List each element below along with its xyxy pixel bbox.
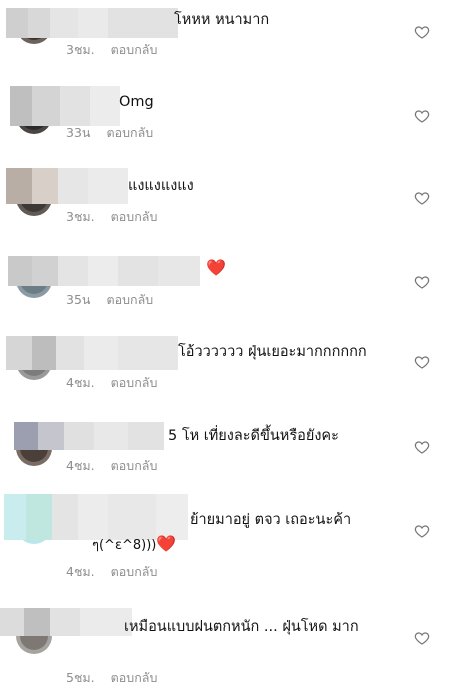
comment-text: แงแงแงแง bbox=[128, 178, 194, 194]
comment-text: เหมือนแบบฝนตกหนัก ... ฝุ่นโหด มาก bbox=[124, 619, 359, 635]
comment-time: 4ชม. bbox=[66, 564, 95, 579]
reply-button[interactable]: ตอบกลับ bbox=[111, 375, 158, 390]
comment-time: 3ชม. bbox=[66, 42, 95, 57]
heart-outline-icon[interactable] bbox=[414, 108, 430, 124]
heart-outline-icon[interactable] bbox=[414, 630, 430, 646]
comment-text: ❤️ bbox=[206, 256, 226, 281]
comment-text: โอ้วววววว ฝุ่นเยอะมากกกกกก bbox=[178, 344, 367, 360]
reply-button[interactable]: ตอบกลับ bbox=[111, 42, 158, 57]
heart-outline-icon[interactable] bbox=[414, 354, 430, 370]
comment-meta: 4ชม. ตอบกลับ bbox=[66, 373, 157, 393]
heart-outline-icon[interactable] bbox=[414, 190, 430, 206]
reply-button[interactable]: ตอบกลับ bbox=[111, 458, 158, 473]
blurred-username bbox=[6, 336, 178, 370]
comment-meta: 3ชม. ตอบกลับ bbox=[66, 207, 157, 227]
comment-text: 5 โห เที่ยงละดีขึ้นหรือยังคะ bbox=[168, 428, 339, 444]
comment-time: 35น bbox=[66, 292, 91, 307]
comments-list: โหหห หนามาก 3ชม. ตอบกลับ Omg 33น ตอบกลับ แ… bbox=[0, 0, 457, 696]
comment-meta: 4ชม. ตอบกลับ bbox=[66, 456, 157, 476]
comment-time: 33น bbox=[66, 125, 91, 140]
comment-text: Omg bbox=[119, 94, 154, 110]
comment-meta: 33น ตอบกลับ bbox=[66, 123, 153, 143]
comment-time: 3ชม. bbox=[66, 209, 95, 224]
blurred-username bbox=[10, 86, 120, 126]
blurred-username bbox=[8, 256, 200, 286]
reply-button[interactable]: ตอบกลับ bbox=[106, 292, 153, 307]
comment-text-content: ๆ(^ε^8))) bbox=[92, 538, 157, 553]
red-heart-emoji: ❤️ bbox=[206, 258, 226, 277]
comment-meta: 5ชม. ตอบกลับ bbox=[66, 668, 157, 688]
comment-meta: 3ชม. ตอบกลับ bbox=[66, 40, 157, 60]
comment-text: โหหห หนามาก bbox=[174, 12, 270, 28]
comment-text: ย้ายมาอยู่ ตจว เถอะนะค้า bbox=[190, 512, 352, 528]
comment-meta: 35น ตอบกลับ bbox=[66, 290, 153, 310]
blurred-username bbox=[6, 8, 178, 38]
heart-outline-icon[interactable] bbox=[414, 523, 430, 539]
reply-button[interactable]: ตอบกลับ bbox=[111, 209, 158, 224]
comment-meta: 4ชม. ตอบกลับ bbox=[66, 562, 157, 582]
blurred-username bbox=[6, 168, 128, 204]
heart-outline-icon[interactable] bbox=[414, 274, 430, 290]
comment-time: 4ชม. bbox=[66, 375, 95, 390]
reply-button[interactable]: ตอบกลับ bbox=[106, 125, 153, 140]
reply-button[interactable]: ตอบกลับ bbox=[111, 670, 158, 685]
scrollbar[interactable] bbox=[451, 0, 457, 696]
reply-button[interactable]: ตอบกลับ bbox=[111, 564, 158, 579]
heart-outline-icon[interactable] bbox=[414, 439, 430, 455]
comment-text-line2: ๆ(^ε^8)))❤️ bbox=[92, 532, 176, 558]
heart-outline-icon[interactable] bbox=[414, 24, 430, 40]
comment-time: 5ชม. bbox=[66, 670, 95, 685]
blurred-username bbox=[14, 422, 164, 450]
comment-time: 4ชม. bbox=[66, 458, 95, 473]
red-heart-emoji: ❤️ bbox=[156, 534, 177, 553]
